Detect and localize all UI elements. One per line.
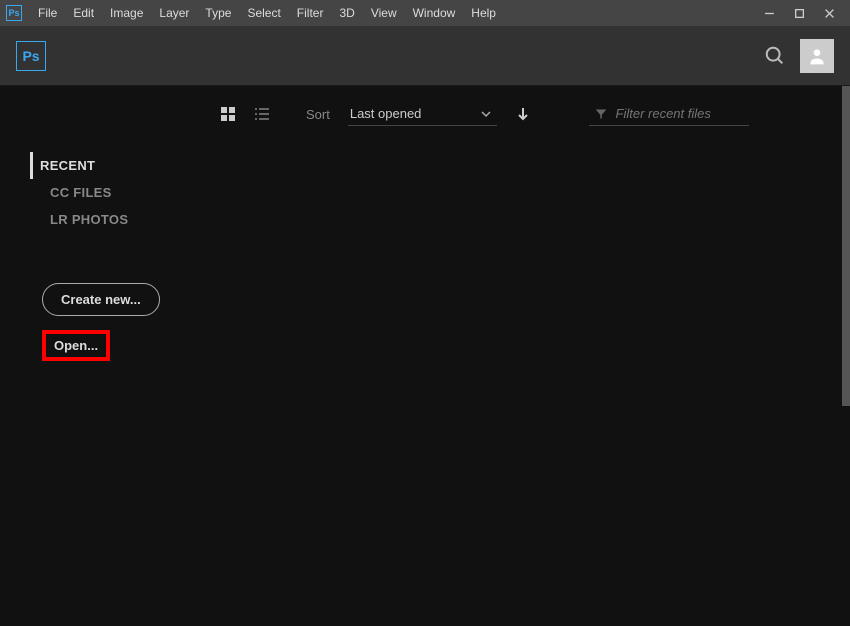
app-icon-small: Ps [6,5,22,21]
menu-window[interactable]: Window [405,0,464,26]
toolbar: Ps [0,26,850,86]
create-new-button[interactable]: Create new... [42,283,160,316]
open-button[interactable]: Open... [42,330,110,361]
filter-box[interactable] [589,102,749,126]
sidebar: RECENT CC FILES LR PHOTOS Create new... … [0,86,180,626]
content-area: Sort Last opened [180,86,850,626]
menu-view[interactable]: View [363,0,405,26]
view-sort-bar: Sort Last opened [220,102,850,126]
filter-icon [595,107,607,121]
ps-logo: Ps [16,41,46,71]
menu-help[interactable]: Help [463,0,504,26]
maximize-button[interactable] [784,0,814,26]
grid-view-icon[interactable] [220,106,236,122]
menu-select[interactable]: Select [239,0,288,26]
main-area: RECENT CC FILES LR PHOTOS Create new... … [0,86,850,626]
menu-filter[interactable]: Filter [289,0,332,26]
sidebar-item-lrphotos[interactable]: LR PHOTOS [40,206,180,233]
menu-file[interactable]: File [30,0,65,26]
menu-layer[interactable]: Layer [151,0,197,26]
minimize-button[interactable] [754,0,784,26]
menu-image[interactable]: Image [102,0,151,26]
list-view-icon[interactable] [254,106,270,122]
menu-3d[interactable]: 3D [331,0,362,26]
menu-edit[interactable]: Edit [65,0,102,26]
sort-value: Last opened [350,106,422,121]
chevron-down-icon [481,109,491,119]
sort-label: Sort [306,107,330,122]
close-button[interactable] [814,0,844,26]
sort-select[interactable]: Last opened [348,102,498,126]
window-controls [754,0,844,26]
menu-type[interactable]: Type [197,0,239,26]
scrollbar[interactable] [842,86,850,406]
sort-direction-icon[interactable] [515,106,531,122]
sidebar-item-recent[interactable]: RECENT [30,152,180,179]
menubar: Ps File Edit Image Layer Type Select Fil… [0,0,850,26]
sidebar-item-ccfiles[interactable]: CC FILES [40,179,180,206]
user-avatar[interactable] [800,39,834,73]
filter-input[interactable] [616,106,744,121]
search-button[interactable] [764,45,786,67]
